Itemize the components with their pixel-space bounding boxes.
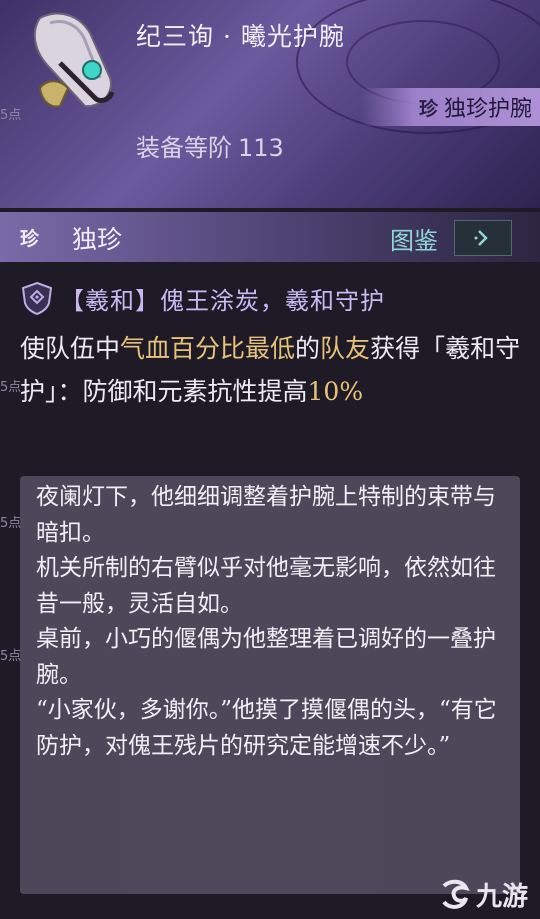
lore-text: 夜阑灯下，他细细调整着护腕上特制的束带与暗扣。 机关所制的右臂似乎对他毫无影响，… — [36, 480, 506, 764]
rarity-bar-mark: 珍 — [20, 228, 40, 250]
skill-line: 【羲和】傀王涂炭，羲和守护 — [20, 278, 385, 318]
desc-text: 的 — [295, 334, 321, 363]
item-title: 纪三询 · 曦光护腕 — [136, 22, 345, 51]
lore-paragraph: 桌前，小巧的偃偶为他整理着已调好的一叠护腕。 — [36, 626, 496, 688]
desc-text: 使队伍中 — [20, 334, 121, 363]
rarity-bar: 珍 独珍 图鉴 — [0, 212, 540, 262]
desc-highlight: 气血百分比最低 — [120, 334, 296, 363]
gauntlet-icon — [33, 12, 115, 108]
desc-highlight: 10% — [307, 377, 364, 406]
rarity-label: 独珍护腕 — [443, 97, 532, 122]
desc-highlight: 队友 — [320, 334, 371, 363]
lore-paragraph: 机关所制的右臂似乎对他毫无影响，依然如往昔一般，灵活自如。 — [36, 555, 496, 617]
gear-level: 装备等阶 113 — [136, 128, 284, 163]
skill-title: 【羲和】傀王涂炭，羲和守护 — [60, 286, 385, 315]
watermark-text: 九游 — [475, 882, 528, 912]
chevron-right-icon — [474, 230, 488, 246]
codex-label[interactable]: 图鉴 — [390, 221, 438, 256]
item-header: 纪三询 · 曦光护腕 珍 独珍护腕 装备等阶 113 — [0, 0, 540, 208]
side-tag: 5点 — [0, 108, 22, 123]
gear-level-value: 113 — [238, 134, 284, 162]
side-tag: 5点 — [0, 380, 22, 395]
skill-description: 使队伍中气血百分比最低的队友获得「羲和守护」：防御和元素抗性提高10% — [20, 327, 530, 413]
codex-button[interactable] — [454, 220, 512, 256]
side-tag: 5点 — [0, 516, 22, 531]
side-tag: 5点 — [0, 649, 22, 664]
rarity-pill: 珍 独珍护腕 — [360, 88, 540, 126]
rarity-bar-label: 独珍 — [72, 225, 123, 254]
lore-paragraph: 夜阑灯下，他细细调整着护腕上特制的束带与暗扣。 — [36, 484, 496, 546]
shield-icon — [21, 281, 53, 315]
lore-paragraph: “小家伙，多谢你。”他摸了摸偃偶的头，“有它防护，对傀王残片的研究定能增速不少。… — [36, 697, 497, 759]
watermark: 九游 — [438, 876, 528, 913]
rarity-mark: 珍 — [418, 97, 438, 120]
gear-level-label: 装备等阶 — [136, 134, 232, 162]
jiuyou-logo-icon — [442, 879, 470, 909]
